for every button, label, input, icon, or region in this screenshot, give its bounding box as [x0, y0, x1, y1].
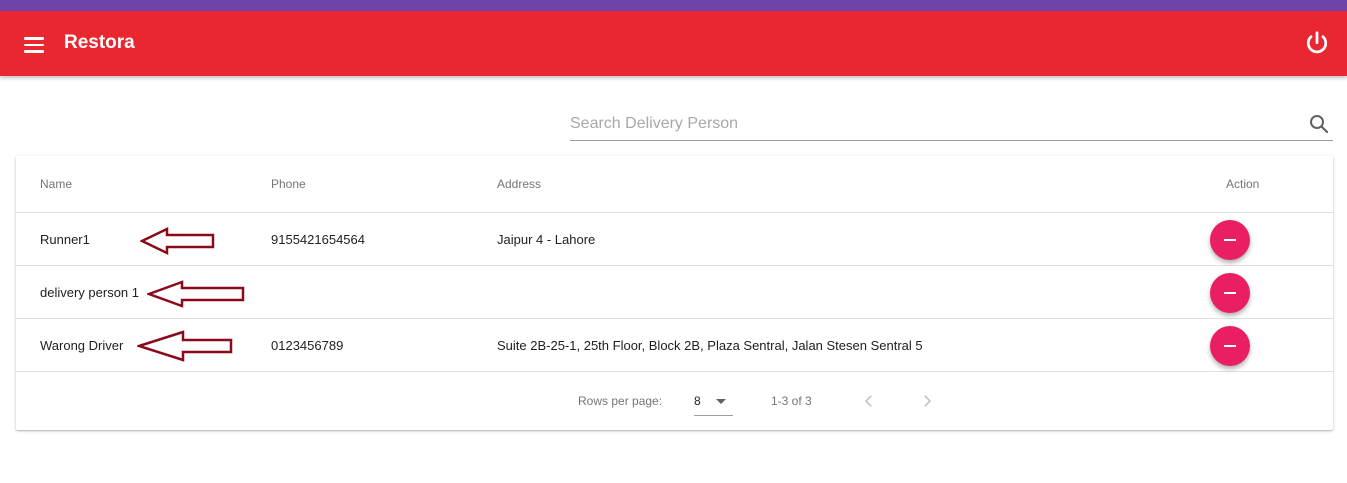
- table-row: delivery person 1: [16, 266, 1333, 319]
- table-row: Warong Driver 0123456789 Suite 2B-25-1, …: [16, 319, 1333, 372]
- app-title: Restora: [64, 32, 135, 53]
- minus-icon: [1224, 292, 1236, 294]
- cell-phone: 0123456789: [271, 338, 344, 353]
- caret-down-icon: [716, 399, 726, 404]
- minus-icon: [1224, 345, 1236, 347]
- cell-address: Suite 2B-25-1, 25th Floor, Block 2B, Pla…: [497, 338, 923, 353]
- search-input[interactable]: [570, 110, 1290, 138]
- column-header-name: Name: [40, 177, 73, 191]
- cell-phone: 9155421654564: [271, 232, 365, 247]
- table-pagination: Rows per page: 8 1-3 of 3: [16, 372, 1333, 430]
- delivery-person-table: Name Phone Address Action Runner1 915542…: [16, 156, 1333, 430]
- minus-icon: [1224, 239, 1236, 241]
- menu-icon[interactable]: [18, 29, 50, 61]
- search-icon[interactable]: [1307, 112, 1331, 136]
- cell-address: Jaipur 4 - Lahore: [497, 232, 596, 247]
- arrow-annotation-icon: [147, 280, 245, 308]
- rows-per-page-select[interactable]: 8: [694, 388, 733, 416]
- rows-per-page-value: 8: [694, 394, 701, 408]
- previous-page-button[interactable]: [854, 386, 884, 416]
- rows-per-page-label: Rows per page:: [578, 394, 663, 408]
- next-page-button[interactable]: [912, 386, 942, 416]
- remove-button[interactable]: [1210, 326, 1250, 366]
- cell-name: Runner1: [40, 232, 90, 247]
- column-header-action: Action: [1226, 177, 1260, 191]
- column-header-address: Address: [497, 177, 542, 191]
- arrow-annotation-icon: [137, 330, 233, 362]
- power-icon[interactable]: [1302, 29, 1332, 59]
- table-row: Runner1 9155421654564 Jaipur 4 - Lahore: [16, 213, 1333, 266]
- pagination-range: 1-3 of 3: [771, 394, 812, 408]
- column-header-phone: Phone: [271, 177, 306, 191]
- cell-name: delivery person 1: [40, 285, 139, 300]
- remove-button[interactable]: [1210, 273, 1250, 313]
- chevron-left-icon: [864, 395, 872, 407]
- remove-button[interactable]: [1210, 220, 1250, 260]
- top-strip: [0, 0, 1347, 11]
- arrow-annotation-icon: [140, 227, 215, 255]
- chevron-right-icon: [924, 395, 932, 407]
- search-field: [570, 108, 1333, 141]
- app-bar: Restora: [0, 11, 1347, 76]
- table-header: Name Phone Address Action: [16, 156, 1333, 213]
- cell-name: Warong Driver: [40, 338, 124, 353]
